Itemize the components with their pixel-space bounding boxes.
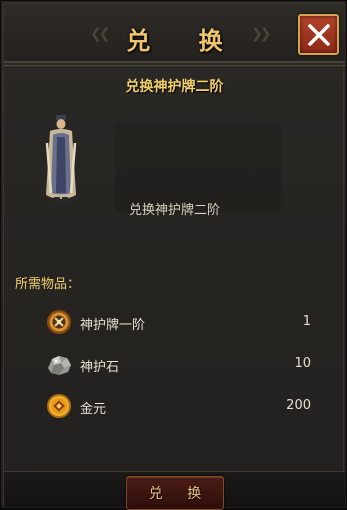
gold-coin-icon (47, 394, 71, 418)
material-row[interactable]: 神护牌一阶 1 (41, 306, 313, 338)
material-name: 金元 (80, 402, 107, 417)
dialog-title: 兑 换 (126, 26, 243, 55)
exchange-button[interactable]: 兑 换 (126, 476, 224, 510)
header-divider (4, 65, 345, 68)
character-figure-icon (45, 115, 77, 202)
amulet-tier1-icon (47, 310, 71, 334)
close-button[interactable] (298, 14, 339, 55)
material-count: 200 (286, 398, 311, 413)
guardian-stone-icon (48, 356, 71, 375)
material-count: 1 (302, 314, 311, 329)
exchange-button-label: 兑 换 (148, 486, 212, 502)
material-row[interactable]: 金元 200 (41, 390, 313, 422)
item-title: 兑换神护牌二阶 (125, 79, 224, 95)
material-name: 神护牌一阶 (80, 318, 146, 333)
material-row[interactable]: 神护石 10 (41, 348, 313, 380)
preview-item-name: 兑换神护牌二阶 (128, 203, 220, 218)
material-count: 10 (294, 356, 311, 371)
exchange-dialog: ❮❮ 兑 换 ❯❯ 兑换神护牌二阶 兑换神护牌二阶 所需物品： 神护牌一阶 1 … (0, 0, 347, 510)
material-name: 神护石 (80, 360, 120, 375)
title-right-arrows-icon: ❯❯ (251, 26, 272, 42)
requirements-label: 所需物品： (15, 277, 81, 292)
close-x-icon (307, 23, 330, 46)
dialog-header: ❮❮ 兑 换 ❯❯ (4, 4, 345, 63)
